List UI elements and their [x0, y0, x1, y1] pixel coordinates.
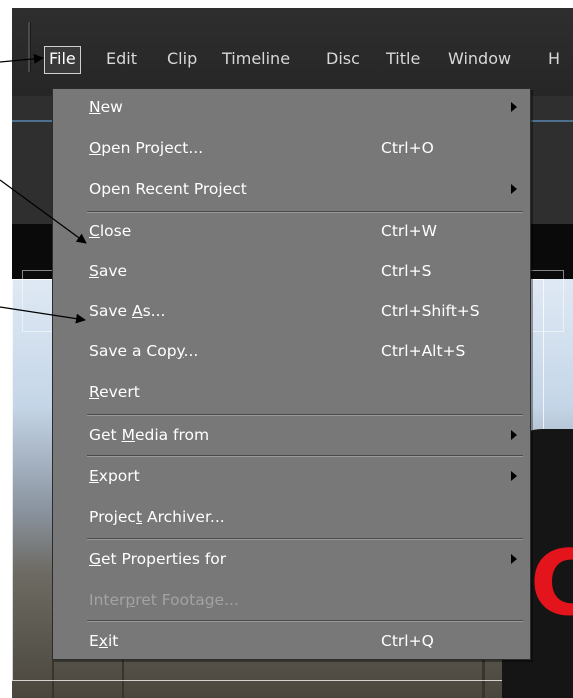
arrow-to-file-menu [0, 53, 44, 64]
annotation-arrows [0, 53, 87, 324]
arrow-to-save-as-item [0, 306, 86, 324]
arrow-to-close-item [0, 179, 87, 244]
